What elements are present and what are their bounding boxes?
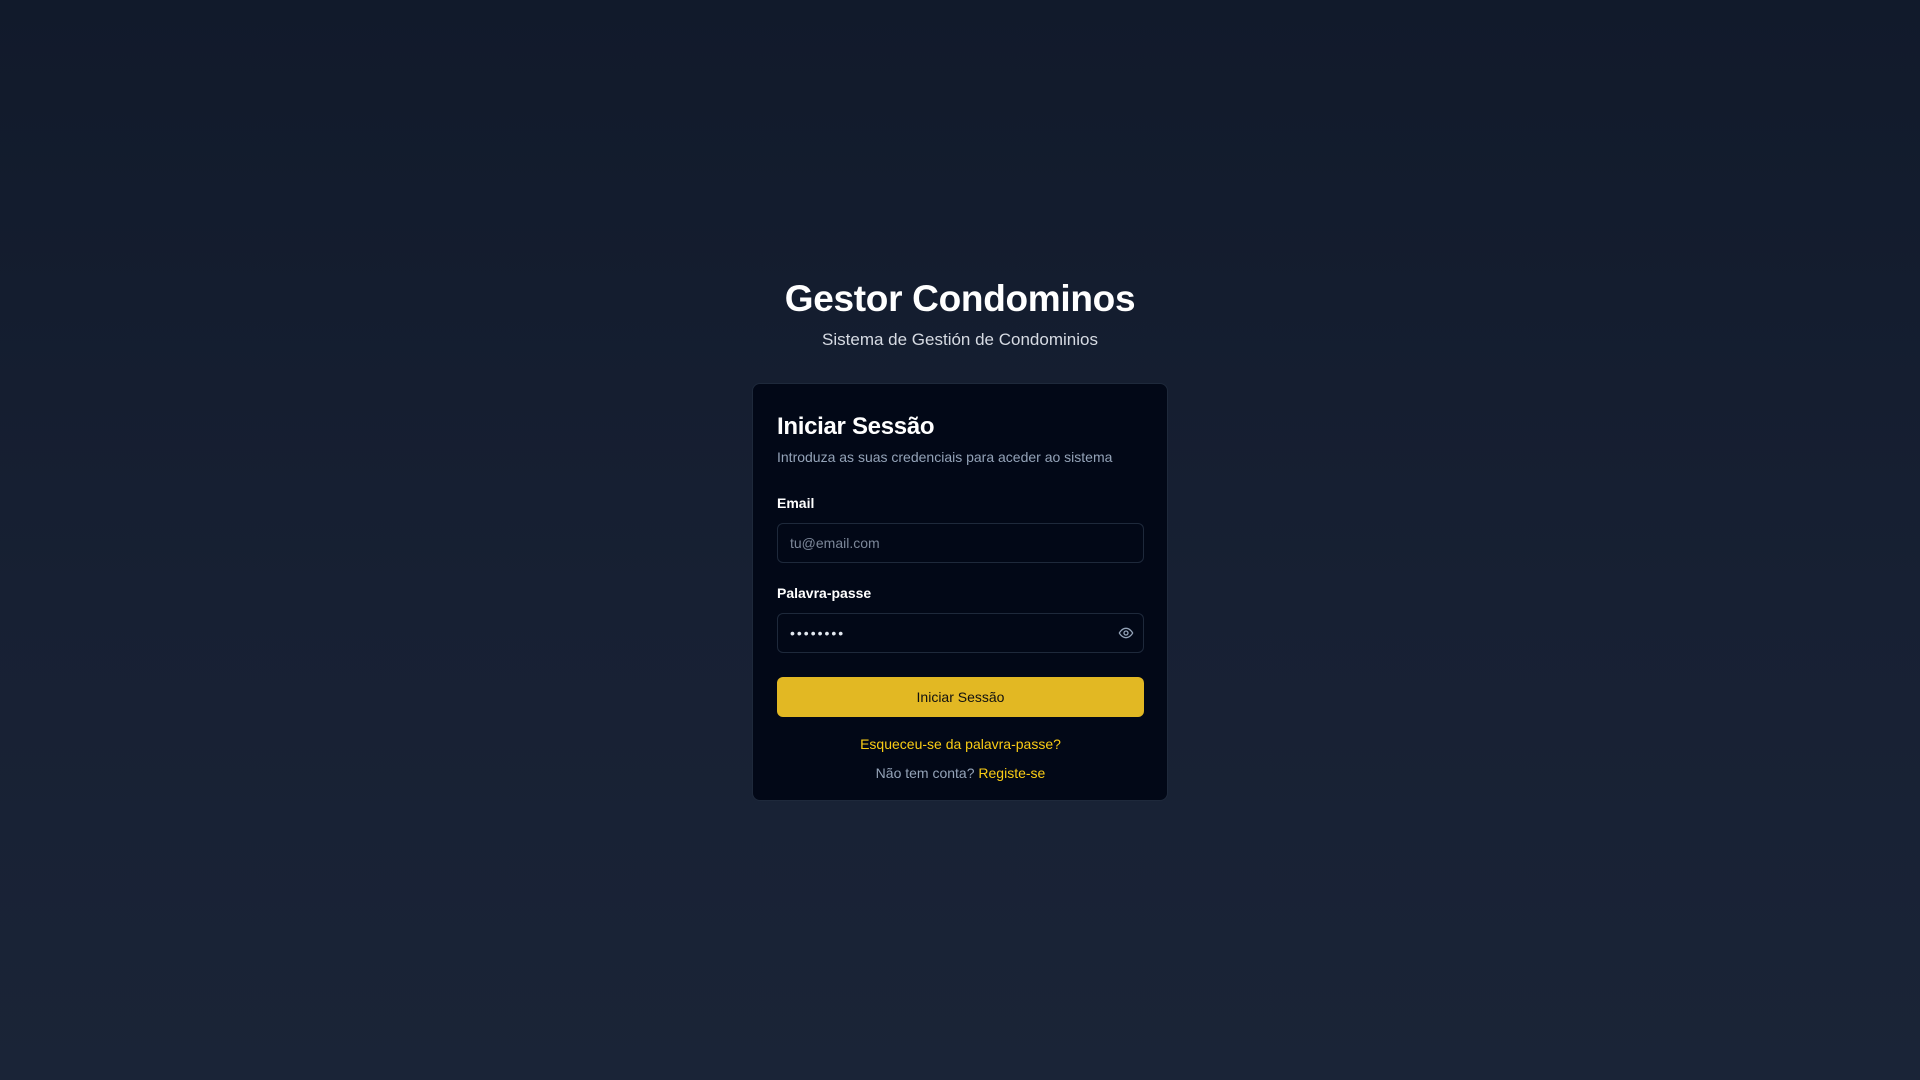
password-field-wrapper xyxy=(777,613,1144,653)
card-description: Introduza as suas credenciais para acede… xyxy=(777,449,1113,465)
brand-header: Gestor Condominos Sistema de Gestión de … xyxy=(0,274,1920,351)
forgot-password-link[interactable]: Esqueceu-se da palavra-passe? xyxy=(860,735,1061,753)
signup-row: Não tem conta? Registe-se xyxy=(777,764,1144,782)
email-field-wrapper xyxy=(777,523,1144,563)
eye-icon[interactable] xyxy=(1118,625,1134,641)
login-button[interactable]: Iniciar Sessão xyxy=(777,677,1144,717)
card-links: Esqueceu-se da palavra-passe? Não tem co… xyxy=(777,717,1144,782)
login-page: Gestor Condominos Sistema de Gestión de … xyxy=(0,0,1920,1080)
login-card: Iniciar Sessão Introduza as suas credenc… xyxy=(752,383,1168,801)
email-field[interactable] xyxy=(777,523,1144,563)
password-label: Palavra-passe xyxy=(777,585,872,601)
card-title: Iniciar Sessão xyxy=(777,413,935,440)
signup-prompt: Não tem conta? xyxy=(875,765,975,781)
app-subtitle: Sistema de Gestión de Condominios xyxy=(822,330,1098,349)
app-title: Gestor Condominos xyxy=(784,278,1136,319)
signup-link[interactable]: Registe-se xyxy=(978,765,1045,781)
email-label: Email xyxy=(777,495,815,511)
password-field[interactable] xyxy=(777,613,1144,653)
